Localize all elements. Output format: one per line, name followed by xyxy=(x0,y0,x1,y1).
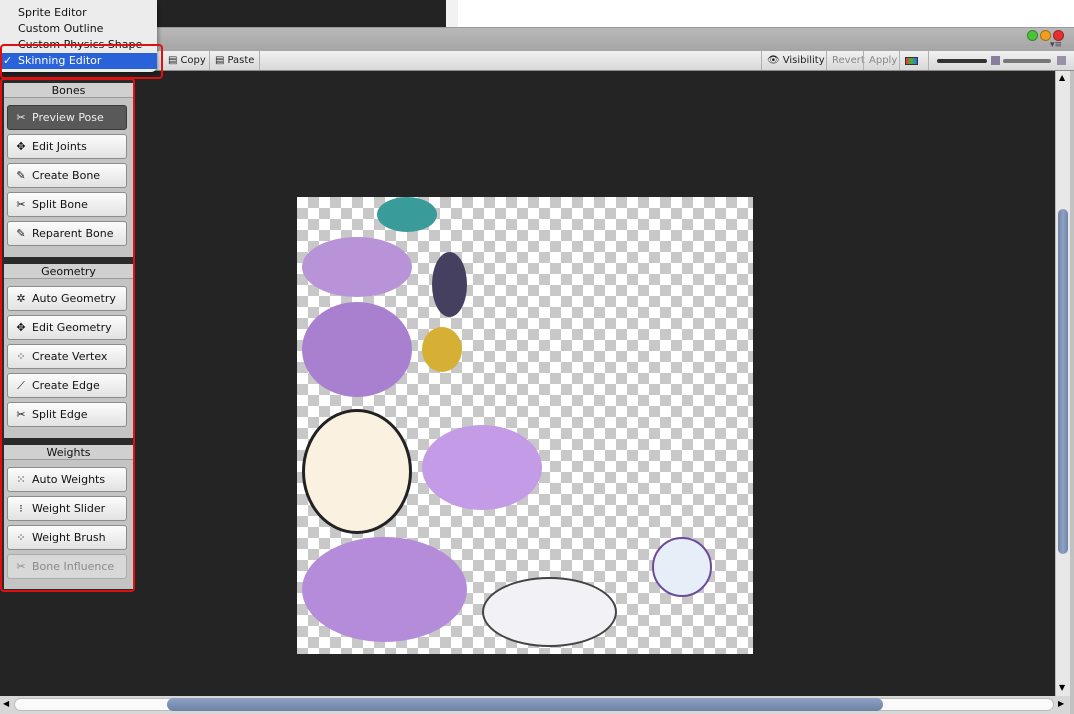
background-divider xyxy=(446,0,458,28)
bone-influence-button[interactable]: ✂ Bone Influence xyxy=(7,554,127,579)
create-bone-button[interactable]: ✎ Create Bone xyxy=(7,163,127,188)
sprite-hair xyxy=(302,302,412,397)
paste-button[interactable]: ▤ Paste xyxy=(209,51,261,70)
weights-group: Weights ⁙ Auto Weights ⁝ Weight Slider ⁘ We… xyxy=(4,445,133,589)
create-bone-icon: ✎ xyxy=(16,169,26,182)
scroll-up-arrow-icon[interactable]: ▲ xyxy=(1059,73,1065,82)
edit-joints-icon: ✥ xyxy=(16,140,26,153)
sprite-canvas[interactable] xyxy=(0,71,1055,696)
maximize-button[interactable] xyxy=(1027,30,1038,41)
sprite-hair xyxy=(302,237,412,297)
sprite-face xyxy=(302,409,412,534)
sprite-hair xyxy=(302,537,467,642)
skinning-tools-panel: Bones ✂ Preview Pose ✥ Edit Joints ✎ Create… xyxy=(0,78,135,592)
split-edge-icon: ✂ xyxy=(16,408,26,421)
bones-heading: Bones xyxy=(4,83,133,98)
horizontal-scroll-thumb[interactable] xyxy=(167,698,883,711)
rgb-icon xyxy=(905,56,918,65)
scroll-right-arrow-icon[interactable]: ▶ xyxy=(1058,699,1064,708)
highlight-annotation xyxy=(0,44,163,79)
edit-joints-button[interactable]: ✥ Edit Joints xyxy=(7,134,127,159)
mip-thumb-icon[interactable] xyxy=(1057,56,1066,65)
zoom-thumb-icon[interactable] xyxy=(991,56,1000,65)
sprite-editor-window: ▾≡ ▤ Copy ▤ Paste 👁 Visibility Revert Apply… xyxy=(0,27,1074,714)
apply-button[interactable]: Apply xyxy=(863,51,902,70)
auto-geometry-button[interactable]: ✲ Auto Geometry xyxy=(7,286,127,311)
sprite-cloud xyxy=(482,577,617,647)
menu-item-sprite-editor[interactable]: Sprite Editor xyxy=(0,5,157,21)
sprite-part xyxy=(432,252,467,317)
geometry-heading: Geometry xyxy=(4,264,133,279)
auto-weights-icon: ⁙ xyxy=(16,473,26,486)
create-vertex-icon: ⁘ xyxy=(16,350,26,363)
weight-slider-button[interactable]: ⁝ Weight Slider xyxy=(7,496,127,521)
create-edge-button[interactable]: ⟋ Create Edge xyxy=(7,373,127,398)
window-menu-icon[interactable]: ▾≡ xyxy=(1050,40,1062,50)
paste-icon: ▤ xyxy=(215,55,225,66)
sprite-hair xyxy=(422,425,542,510)
bones-group: Bones ✂ Preview Pose ✥ Edit Joints ✎ Create… xyxy=(4,83,133,257)
zoom-slider[interactable] xyxy=(937,59,987,63)
auto-weights-button[interactable]: ⁙ Auto Weights xyxy=(7,467,127,492)
vertical-scroll-thumb[interactable] xyxy=(1058,209,1068,554)
create-edge-icon: ⟋ xyxy=(17,378,25,392)
scroll-left-arrow-icon[interactable]: ◀ xyxy=(3,699,9,708)
geometry-group: Geometry ✲ Auto Geometry ✥ Edit Geometry ⁘… xyxy=(4,264,133,438)
split-bone-button[interactable]: ✂ Split Bone xyxy=(7,192,127,217)
weight-slider-icon: ⁝ xyxy=(19,502,23,515)
weight-brush-button[interactable]: ⁘ Weight Brush xyxy=(7,525,127,550)
horizontal-scrollbar[interactable]: ◀ ▶ xyxy=(0,696,1070,714)
copy-button[interactable]: ▤ Copy xyxy=(162,51,211,70)
sprite-eyes xyxy=(377,197,437,232)
copy-icon: ▤ xyxy=(168,55,178,66)
color-channel-toggle[interactable] xyxy=(899,51,929,70)
sprite-part xyxy=(652,537,712,597)
split-bone-icon: ✂ xyxy=(16,198,26,211)
split-edge-button[interactable]: ✂ Split Edge xyxy=(7,402,127,427)
bone-influence-icon: ✂ xyxy=(16,560,26,573)
reparent-bone-button[interactable]: ✎ Reparent Bone xyxy=(7,221,127,246)
visibility-button[interactable]: 👁 Visibility xyxy=(761,51,830,70)
weights-heading: Weights xyxy=(4,445,133,460)
reparent-bone-icon: ✎ xyxy=(16,227,26,240)
mip-slider[interactable] xyxy=(1003,59,1051,63)
preview-pose-button[interactable]: ✂ Preview Pose xyxy=(7,105,127,130)
eye-icon: 👁 xyxy=(767,55,780,66)
create-vertex-button[interactable]: ⁘ Create Vertex xyxy=(7,344,127,369)
vertical-scrollbar[interactable]: ▲ ▼ xyxy=(1055,71,1070,696)
edit-geometry-button[interactable]: ✥ Edit Geometry xyxy=(7,315,127,340)
weight-brush-icon: ⁘ xyxy=(16,531,26,544)
menu-item-custom-outline[interactable]: Custom Outline xyxy=(0,21,157,37)
scroll-down-arrow-icon[interactable]: ▼ xyxy=(1059,683,1065,692)
sprite-sheet-texture[interactable] xyxy=(297,197,753,654)
edit-geometry-icon: ✥ xyxy=(16,321,26,334)
sprite-part xyxy=(422,327,462,372)
preview-pose-icon: ✂ xyxy=(16,111,26,124)
auto-geometry-icon: ✲ xyxy=(16,292,26,305)
